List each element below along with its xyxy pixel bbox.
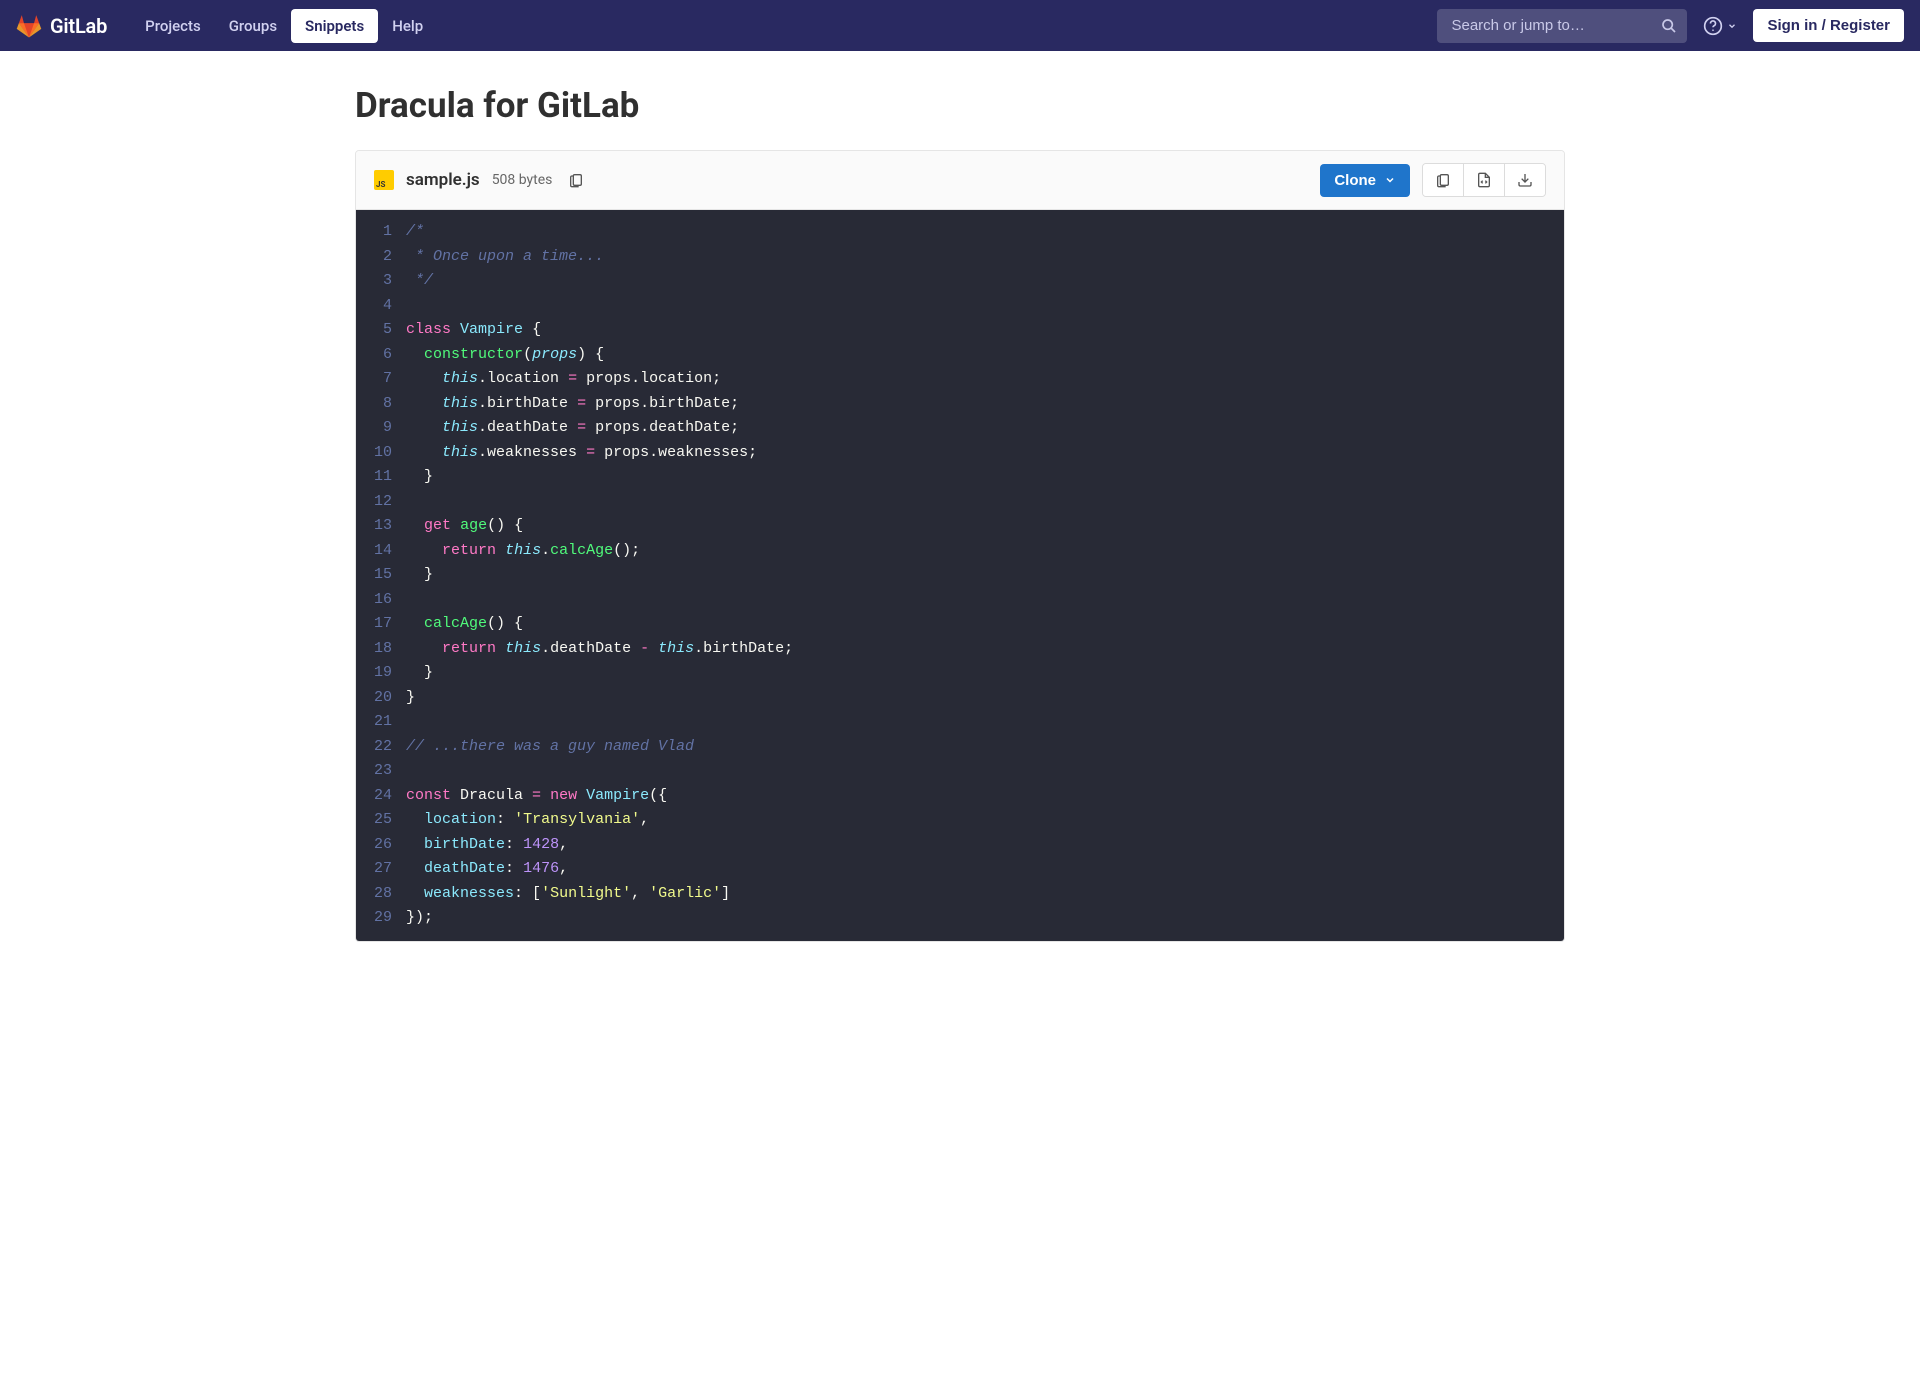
- navbar-left: GitLab Projects Groups Snippets Help: [16, 9, 437, 43]
- code-viewer: 1234567891011121314151617181920212223242…: [356, 210, 1564, 941]
- line-number[interactable]: 11: [374, 465, 392, 490]
- code-line: constructor(props) {: [406, 343, 1544, 368]
- code-line: /*: [406, 220, 1544, 245]
- nav-projects[interactable]: Projects: [131, 9, 215, 43]
- line-number[interactable]: 20: [374, 686, 392, 711]
- gitlab-logo-link[interactable]: GitLab: [16, 13, 107, 39]
- nav-groups[interactable]: Groups: [215, 9, 291, 43]
- code-line: birthDate: 1428,: [406, 833, 1544, 858]
- code-line: this.location = props.location;: [406, 367, 1544, 392]
- line-number[interactable]: 22: [374, 735, 392, 760]
- code-line: [406, 759, 1544, 784]
- file-name[interactable]: sample.js: [406, 170, 480, 190]
- line-number[interactable]: 12: [374, 490, 392, 515]
- copy-path-button[interactable]: [564, 168, 588, 192]
- page-content: Dracula for GitLab JS sample.js 508 byte…: [335, 51, 1585, 982]
- code-line: }: [406, 465, 1544, 490]
- code-line: const Dracula = new Vampire({: [406, 784, 1544, 809]
- line-number[interactable]: 14: [374, 539, 392, 564]
- line-number[interactable]: 6: [374, 343, 392, 368]
- chevron-down-icon: [1727, 21, 1737, 31]
- code-line: deathDate: 1476,: [406, 857, 1544, 882]
- code-line: * Once upon a time...: [406, 245, 1544, 270]
- page-title: Dracula for GitLab: [355, 85, 1565, 126]
- code-content: /* * Once upon a time... */ class Vampir…: [406, 220, 1564, 931]
- line-number[interactable]: 26: [374, 833, 392, 858]
- search-wrap: [1437, 9, 1687, 43]
- question-circle-icon: [1703, 16, 1723, 36]
- clipboard-icon: [1435, 172, 1451, 188]
- nav-help[interactable]: Help: [378, 9, 437, 43]
- code-line: [406, 294, 1544, 319]
- code-line: get age() {: [406, 514, 1544, 539]
- code-line: */: [406, 269, 1544, 294]
- code-line: }: [406, 661, 1544, 686]
- js-file-icon: JS: [374, 170, 394, 190]
- nav-snippets[interactable]: Snippets: [291, 9, 378, 43]
- nav-links: Projects Groups Snippets Help: [131, 9, 437, 43]
- line-number[interactable]: 15: [374, 563, 392, 588]
- line-number-gutter: 1234567891011121314151617181920212223242…: [356, 220, 406, 931]
- code-line: });: [406, 906, 1544, 931]
- line-number[interactable]: 2: [374, 245, 392, 270]
- document-code-icon: [1476, 172, 1492, 188]
- line-number[interactable]: 25: [374, 808, 392, 833]
- code-line: return this.deathDate - this.birthDate;: [406, 637, 1544, 662]
- clipboard-icon: [568, 172, 584, 188]
- gitlab-brand-text: GitLab: [50, 14, 107, 38]
- code-line: location: 'Transylvania',: [406, 808, 1544, 833]
- line-number[interactable]: 18: [374, 637, 392, 662]
- line-number[interactable]: 4: [374, 294, 392, 319]
- line-number[interactable]: 3: [374, 269, 392, 294]
- copy-contents-button[interactable]: [1423, 164, 1464, 196]
- help-dropdown[interactable]: [1699, 12, 1741, 40]
- clone-button[interactable]: Clone: [1320, 164, 1410, 197]
- line-number[interactable]: 7: [374, 367, 392, 392]
- code-line: }: [406, 563, 1544, 588]
- code-line: [406, 710, 1544, 735]
- code-line: [406, 588, 1544, 613]
- line-number[interactable]: 28: [374, 882, 392, 907]
- code-line: class Vampire {: [406, 318, 1544, 343]
- line-number[interactable]: 8: [374, 392, 392, 417]
- code-line: weaknesses: ['Sunlight', 'Garlic']: [406, 882, 1544, 907]
- line-number[interactable]: 24: [374, 784, 392, 809]
- file-header-bar: JS sample.js 508 bytes Clone: [356, 151, 1564, 210]
- search-input[interactable]: [1437, 9, 1687, 43]
- signin-register-button[interactable]: Sign in / Register: [1753, 9, 1904, 42]
- navbar-right: Sign in / Register: [1437, 9, 1904, 43]
- line-number[interactable]: 16: [374, 588, 392, 613]
- code-line: [406, 490, 1544, 515]
- line-number[interactable]: 21: [374, 710, 392, 735]
- snippet-card: JS sample.js 508 bytes Clone: [355, 150, 1565, 942]
- line-number[interactable]: 29: [374, 906, 392, 931]
- code-line: // ...there was a guy named Vlad: [406, 735, 1544, 760]
- file-actions-group: [1422, 163, 1546, 197]
- code-line: this.birthDate = props.birthDate;: [406, 392, 1544, 417]
- line-number[interactable]: 27: [374, 857, 392, 882]
- code-line: }: [406, 686, 1544, 711]
- download-icon: [1517, 172, 1533, 188]
- code-line: calcAge() {: [406, 612, 1544, 637]
- download-button[interactable]: [1505, 164, 1545, 196]
- top-navbar: GitLab Projects Groups Snippets Help: [0, 0, 1920, 51]
- line-number[interactable]: 13: [374, 514, 392, 539]
- line-number[interactable]: 19: [374, 661, 392, 686]
- clone-button-label: Clone: [1334, 172, 1376, 189]
- line-number[interactable]: 23: [374, 759, 392, 784]
- gitlab-logo-icon: [16, 13, 42, 39]
- code-line: return this.calcAge();: [406, 539, 1544, 564]
- line-number[interactable]: 10: [374, 441, 392, 466]
- line-number[interactable]: 17: [374, 612, 392, 637]
- chevron-down-icon: [1384, 174, 1396, 186]
- code-line: this.weaknesses = props.weaknesses;: [406, 441, 1544, 466]
- line-number[interactable]: 5: [374, 318, 392, 343]
- line-number[interactable]: 1: [374, 220, 392, 245]
- file-size: 508 bytes: [492, 172, 553, 188]
- raw-view-button[interactable]: [1464, 164, 1505, 196]
- code-line: this.deathDate = props.deathDate;: [406, 416, 1544, 441]
- line-number[interactable]: 9: [374, 416, 392, 441]
